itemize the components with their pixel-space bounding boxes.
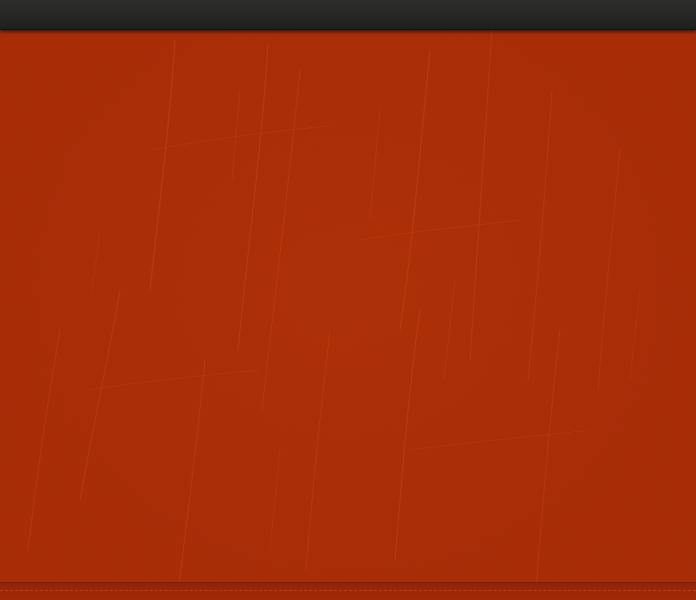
- leather-scratch-texture: [0, 30, 696, 600]
- app-window: [0, 0, 696, 600]
- top-toolbar: [0, 0, 696, 30]
- leather-background-panel: [0, 30, 696, 600]
- bottom-stitched-strip: [0, 582, 696, 600]
- stitch-line: [0, 590, 696, 591]
